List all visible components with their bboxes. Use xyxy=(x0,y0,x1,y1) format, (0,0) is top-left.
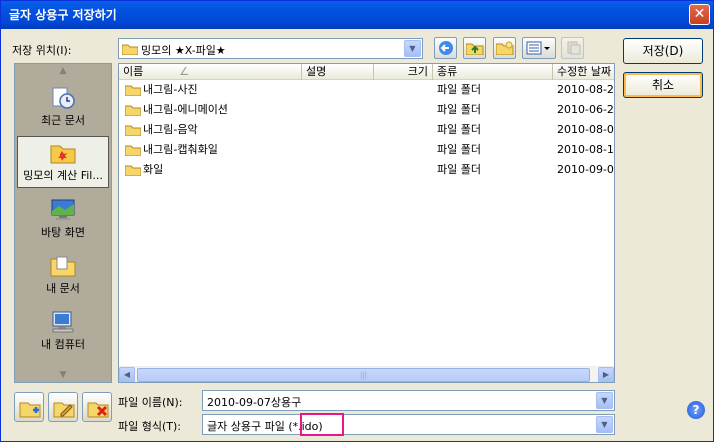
place-my-computer[interactable]: 내 컴퓨터 xyxy=(17,306,109,358)
desktop-icon xyxy=(51,199,75,220)
places-scroll-up-icon[interactable]: ▲ xyxy=(15,64,111,78)
folder-icon xyxy=(125,125,141,136)
delete-folder-button[interactable] xyxy=(82,392,112,422)
places-bar: ▲ 최근 문서 밍모의 계산 Fil... 바탕 화면 내 문서 내 컴퓨터 ▼ xyxy=(14,63,112,383)
file-name: 화일 xyxy=(143,163,164,176)
place-label: 내 문서 xyxy=(46,282,80,295)
file-modified: 2010-08-24 xyxy=(557,83,615,96)
file-row[interactable]: 화일 파일 폴더 2010-09-07 xyxy=(119,160,615,180)
file-row[interactable]: 내그림-음악 파일 폴더 2010-08-02 xyxy=(119,120,615,140)
file-type: 파일 폴더 xyxy=(437,83,481,96)
tools-icon xyxy=(567,41,580,55)
file-name: 내그림-사진 xyxy=(143,83,198,96)
cancel-button[interactable]: 취소 xyxy=(623,72,703,98)
folder-icon xyxy=(125,105,141,116)
file-type: 파일 폴더 xyxy=(437,123,481,136)
column-header-description[interactable]: 설명 xyxy=(302,64,374,80)
help-icon[interactable]: ? xyxy=(687,401,705,419)
file-type: 파일 폴더 xyxy=(437,163,481,176)
chevron-down-icon[interactable]: ▼ xyxy=(404,40,421,57)
edit-folder-icon xyxy=(53,402,75,418)
new-folder-icon xyxy=(495,41,513,56)
scroll-left-icon[interactable]: ◀ xyxy=(119,367,135,382)
scroll-right-icon[interactable]: ▶ xyxy=(598,367,614,382)
place-my-documents[interactable]: 내 문서 xyxy=(17,250,109,302)
place-recent-documents[interactable]: 최근 문서 xyxy=(17,82,109,134)
folder-icon xyxy=(125,85,141,96)
view-menu-button[interactable] xyxy=(522,37,556,59)
column-header-size[interactable]: 크기 xyxy=(374,64,433,80)
folder-icon xyxy=(50,145,76,164)
close-icon: ✕ xyxy=(693,6,706,22)
rename-folder-button[interactable] xyxy=(48,392,78,422)
tools-button[interactable] xyxy=(561,37,584,59)
filename-value: 2010-09-07상용구 xyxy=(207,396,302,409)
place-label: 내 컴퓨터 xyxy=(41,338,85,351)
place-current-folder[interactable]: 밍모의 계산 Fil... xyxy=(17,136,109,188)
close-button[interactable]: ✕ xyxy=(689,4,710,25)
save-dialog: 글자 상용구 저장하기 ✕ 저장 위치(I): 밍모의 ★X-파일★ ▼ 저장(… xyxy=(0,0,714,442)
extension-highlight-box xyxy=(300,413,344,436)
view-menu-icon xyxy=(526,41,550,55)
place-label: 밍모의 계산 Fil... xyxy=(23,169,103,182)
file-modified: 2010-06-22 xyxy=(557,103,615,116)
place-desktop[interactable]: 바탕 화면 xyxy=(17,194,109,246)
file-modified: 2010-09-07 xyxy=(557,163,615,176)
add-folder-icon xyxy=(19,402,41,418)
column-header-type[interactable]: 종류 xyxy=(433,64,553,80)
filetype-label: 파일 형식(T): xyxy=(118,420,181,433)
my-documents-icon xyxy=(50,256,76,277)
file-type: 파일 폴더 xyxy=(437,103,481,116)
delete-folder-icon xyxy=(87,402,109,418)
location-combo[interactable]: 밍모의 ★X-파일★ ▼ xyxy=(118,38,423,59)
scroll-thumb[interactable]: ||| xyxy=(137,368,590,382)
folder-icon xyxy=(125,145,141,156)
add-folder-button[interactable] xyxy=(14,392,44,422)
place-label: 최근 문서 xyxy=(41,114,85,127)
file-modified: 2010-08-02 xyxy=(557,123,615,136)
file-type: 파일 폴더 xyxy=(437,143,481,156)
window-title: 글자 상용구 저장하기 xyxy=(9,8,117,22)
file-list-header: 이름 ∠ 설명 크기 종류 수정한 날짜 xyxy=(119,64,614,80)
filename-input[interactable]: 2010-09-07상용구 ▼ xyxy=(202,390,615,411)
file-name: 내그림-음악 xyxy=(143,123,198,136)
column-header-modified[interactable]: 수정한 날짜 xyxy=(553,64,614,80)
back-arrow-icon xyxy=(438,41,453,55)
title-bar: 글자 상용구 저장하기 ✕ xyxy=(1,1,713,29)
horizontal-scrollbar[interactable]: ◀ ||| ▶ xyxy=(119,366,614,382)
folder-icon xyxy=(125,165,141,176)
folder-icon xyxy=(122,44,138,55)
file-modified: 2010-08-10 xyxy=(557,143,615,156)
location-value: 밍모의 ★X-파일★ xyxy=(141,44,226,57)
save-button[interactable]: 저장(D) xyxy=(623,38,703,64)
location-label: 저장 위치(I): xyxy=(12,44,72,57)
up-folder-icon xyxy=(465,43,483,56)
place-label: 바탕 화면 xyxy=(41,226,85,239)
back-button[interactable] xyxy=(434,37,457,59)
my-computer-icon xyxy=(52,311,74,333)
chevron-down-icon[interactable]: ▼ xyxy=(596,416,613,433)
file-name: 내그림-에니메이션 xyxy=(143,103,228,116)
up-folder-button[interactable] xyxy=(463,37,486,59)
file-row[interactable]: 내그림-에니메이션 파일 폴더 2010-06-22 xyxy=(119,100,615,120)
filetype-select[interactable]: 글자 상용구 파일 (*.ido) ▼ xyxy=(202,414,615,435)
new-folder-button[interactable] xyxy=(493,37,516,59)
file-name: 내그림-캡춰화일 xyxy=(143,143,218,156)
chevron-down-icon[interactable]: ▼ xyxy=(596,392,613,409)
column-header-name[interactable]: 이름 ∠ xyxy=(119,64,302,80)
file-row[interactable]: 내그림-사진 파일 폴더 2010-08-24 xyxy=(119,80,615,100)
filename-label: 파일 이름(N): xyxy=(118,396,183,409)
places-scroll-down-icon[interactable]: ▼ xyxy=(15,368,111,382)
recent-documents-icon xyxy=(52,87,75,109)
file-row[interactable]: 내그림-캡춰화일 파일 폴더 2010-08-10 xyxy=(119,140,615,160)
file-list[interactable]: 이름 ∠ 설명 크기 종류 수정한 날짜 내그림-사진 파일 폴더 2010-08… xyxy=(118,63,615,383)
